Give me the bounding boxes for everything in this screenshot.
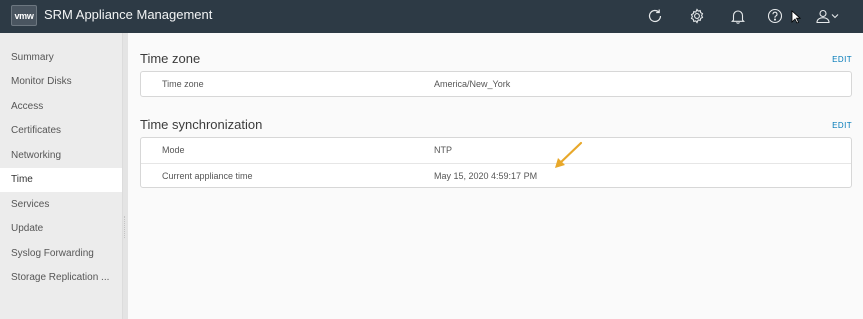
time-zone-edit-link[interactable]: EDIT — [832, 55, 852, 64]
sidebar-item-monitor-disks[interactable]: Monitor Disks — [0, 70, 122, 94]
row-value: May 15, 2020 4:59:17 PM — [434, 171, 538, 181]
row-key: Current appliance time — [162, 171, 253, 181]
refresh-icon[interactable] — [643, 4, 667, 28]
time-sync-title: Time synchronization — [140, 117, 263, 132]
time-zone-card: Time zone America/New_York — [140, 71, 852, 97]
sidebar-nav: Summary Monitor Disks Access Certificate… — [0, 33, 122, 319]
time-sync-edit-link[interactable]: EDIT — [832, 121, 852, 130]
chevron-down-icon[interactable] — [827, 4, 843, 28]
row-key: Time zone — [162, 79, 204, 89]
sidebar-item-summary[interactable]: Summary — [0, 46, 122, 70]
table-row: Mode NTP — [141, 138, 851, 163]
sidebar-item-certificates[interactable]: Certificates — [0, 119, 122, 143]
resize-grip-icon — [124, 216, 127, 238]
sidebar-item-syslog-forwarding[interactable]: Syslog Forwarding — [0, 242, 122, 266]
row-value: NTP — [434, 145, 452, 155]
row-value: America/New_York — [434, 79, 511, 89]
sidebar-item-time[interactable]: Time — [0, 168, 122, 192]
time-sync-card: Mode NTP Current appliance time May 15, … — [140, 137, 852, 188]
sidebar-item-networking[interactable]: Networking — [0, 144, 122, 168]
table-row: Current appliance time May 15, 2020 4:59… — [141, 163, 851, 189]
bell-icon[interactable] — [726, 4, 750, 28]
vmware-logo: vmw — [11, 5, 37, 26]
table-row: Time zone America/New_York — [141, 72, 851, 97]
time-zone-title: Time zone — [140, 51, 201, 66]
row-key: Mode — [162, 145, 185, 155]
sidebar-item-services[interactable]: Services — [0, 193, 122, 217]
sidebar-resize-handle[interactable] — [122, 33, 128, 319]
sidebar-item-access[interactable]: Access — [0, 95, 122, 119]
annotation-arrow-icon — [552, 140, 584, 175]
app-title: SRM Appliance Management — [44, 7, 213, 22]
help-icon[interactable] — [763, 4, 787, 28]
app-header: vmw SRM Appliance Management — [0, 0, 863, 33]
sidebar-item-storage-replication[interactable]: Storage Replication ... — [0, 266, 122, 290]
sidebar-item-update[interactable]: Update — [0, 217, 122, 241]
mouse-cursor-icon — [791, 10, 802, 29]
gear-icon[interactable] — [685, 4, 709, 28]
